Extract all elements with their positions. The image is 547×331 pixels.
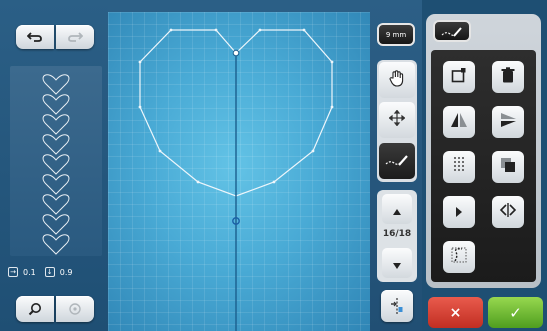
mirror-horizontal-icon	[450, 112, 468, 132]
arrow-down-icon	[393, 254, 401, 273]
mirror-vertical-button[interactable]	[492, 106, 524, 138]
move-tool-button[interactable]	[379, 102, 415, 138]
stitch-type-button[interactable]	[443, 151, 475, 183]
move-arrows-icon	[388, 109, 406, 130]
hand-icon	[389, 69, 405, 91]
start-point-button[interactable]	[381, 290, 413, 322]
previous-button[interactable]	[382, 194, 412, 224]
redo-button[interactable]	[56, 25, 94, 49]
check-icon: ✓	[509, 303, 522, 322]
trash-icon	[501, 67, 515, 87]
canvas-tools-group	[377, 60, 417, 182]
stitch-edit-tab[interactable]	[433, 20, 471, 42]
cancel-button[interactable]: ×	[428, 297, 483, 328]
redo-icon	[67, 31, 83, 43]
start-point-icon	[389, 297, 405, 315]
magnifier-icon	[28, 302, 42, 316]
dotted-grid-icon	[452, 156, 466, 178]
stitch-pattern-preview	[10, 66, 102, 256]
zoom-button[interactable]	[16, 296, 54, 322]
duplicate-button[interactable]	[492, 151, 524, 183]
stitch-width-button[interactable]: 9 mm	[377, 23, 415, 46]
pattern-counter: 16/18	[382, 229, 412, 239]
canvas-top-strip	[108, 0, 370, 12]
duplicate-icon	[500, 157, 516, 177]
forward-button[interactable]	[443, 196, 475, 228]
section-button[interactable]	[443, 241, 475, 273]
length-icon: ↓	[44, 267, 55, 277]
add-point-icon	[451, 67, 467, 87]
target-icon	[68, 302, 82, 316]
x-icon: ×	[449, 304, 462, 321]
add-point-button[interactable]	[443, 61, 475, 93]
mirror-vertical-icon	[499, 112, 517, 132]
section-icon	[450, 246, 468, 268]
width-button[interactable]	[492, 196, 524, 228]
editing-canvas[interactable]	[108, 12, 370, 331]
stitch-line-icon	[441, 22, 463, 41]
mirror-horizontal-button[interactable]	[443, 106, 475, 138]
stitch-width-label: 9 mm	[385, 30, 407, 39]
length-value: 0.9	[59, 267, 73, 277]
undo-button[interactable]	[16, 25, 54, 49]
stitch-info-bar: → 0.1 ↓ 0.9	[8, 262, 104, 282]
stitch-line-icon	[385, 152, 409, 171]
stitch-edit-tool-button[interactable]	[379, 143, 415, 179]
offset-icon: →	[8, 267, 18, 277]
center-button[interactable]	[56, 296, 94, 322]
arrow-up-icon	[393, 200, 401, 219]
hand-tool-button[interactable]	[379, 62, 415, 98]
next-button[interactable]	[382, 248, 412, 278]
confirm-button[interactable]: ✓	[488, 297, 543, 328]
undo-icon	[27, 31, 43, 43]
forward-icon	[455, 203, 463, 222]
delete-button[interactable]	[492, 61, 524, 93]
offset-value: 0.1	[23, 267, 36, 277]
width-icon	[499, 202, 517, 222]
